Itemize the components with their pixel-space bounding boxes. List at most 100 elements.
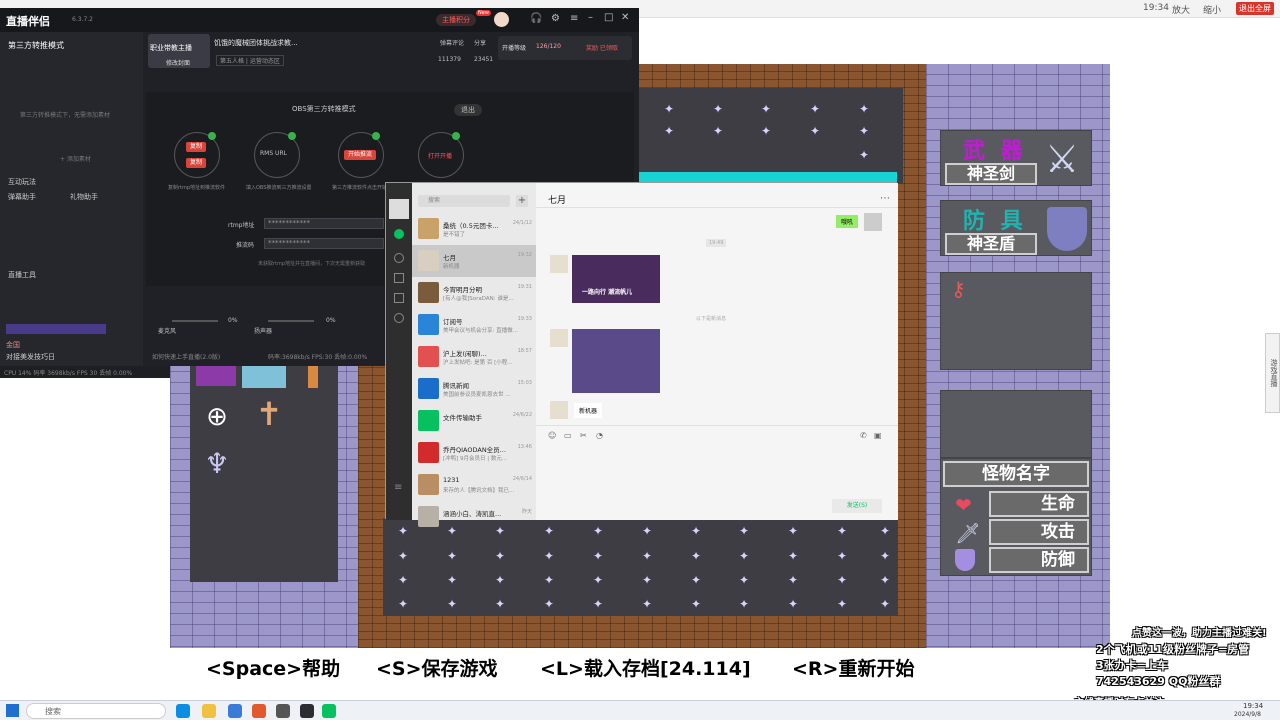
add-source-button[interactable]: + 添加素材 (60, 154, 91, 163)
message-input[interactable] (548, 445, 888, 495)
send-button[interactable]: 发送(S) (832, 499, 882, 513)
search-input[interactable]: 搜索 (418, 195, 510, 207)
chats-icon[interactable] (394, 229, 404, 239)
app-icon-3[interactable] (228, 704, 242, 718)
stream-title[interactable]: 饥饿的魔械团体挑战求教... (214, 38, 298, 48)
share-button[interactable]: 分享 (474, 38, 486, 47)
taskbar: 搜索 19:34 2024/9/8 (0, 700, 1280, 720)
guide-link[interactable]: 如何快速上手直播(2.0版) (152, 352, 220, 361)
chat-avatar (418, 442, 439, 463)
settings-icon[interactable]: ≡ (394, 483, 404, 493)
chat-avatar (418, 282, 439, 303)
explorer-icon[interactable] (202, 704, 216, 718)
chat-avatar (418, 506, 439, 527)
chat-time: 19:32 (517, 252, 532, 258)
speaker-slider[interactable] (268, 320, 314, 322)
self-avatar[interactable] (389, 199, 409, 219)
reward-status[interactable]: 奖励 已领取 (586, 43, 618, 52)
add-chat-button[interactable]: + (516, 195, 528, 207)
mode-select[interactable]: 第三方转推模式 (8, 40, 64, 51)
wechat-icon[interactable] (322, 704, 336, 718)
video-icon[interactable]: ▣ (874, 431, 882, 440)
rtmp-field[interactable]: ************ (264, 218, 384, 229)
call-icon[interactable]: ✆ (860, 431, 867, 440)
wechat-nav: ≡ (386, 183, 412, 520)
chat-name: 1231 (443, 476, 460, 484)
avatar[interactable] (494, 12, 509, 27)
side-item-danmu[interactable]: 弹幕助手 (8, 192, 36, 202)
side-item-tools[interactable]: 直播工具 (8, 270, 36, 280)
chat-avatar (418, 218, 439, 239)
copy-button-1[interactable]: 复制 (186, 142, 206, 152)
chat-preview: [有人@我]SoraDAN: 谁是... (443, 296, 514, 302)
stream-app-header: 直播伴侣 6.3.7.2 主播积分 New 🎧 ⚙ ≡ – □ ✕ (0, 8, 639, 32)
step2-desc: 填入OBS推流到三方推流设置 (246, 185, 312, 191)
chat-time: 15:03 (517, 380, 532, 386)
obs-icon[interactable] (276, 704, 290, 718)
chat-list-item[interactable]: 涵涵小白、涛凯直... 昨天 (412, 501, 536, 533)
menu-icon[interactable]: ≡ (570, 13, 578, 24)
chat-avatar (418, 314, 439, 335)
stream-app-icon[interactable] (300, 704, 314, 718)
taskbar-time: 19:34 (1243, 702, 1264, 710)
chat-list-item[interactable]: 腾讯新闻 美国前参议员麦凯恩去世 ... 15:03 (412, 373, 536, 405)
shield-icon (1047, 207, 1087, 251)
minimize-icon[interactable]: – (588, 12, 593, 23)
exit-fullscreen-button[interactable]: 退出全屏 (1236, 2, 1274, 15)
side-item-interact[interactable]: 互动玩法 (8, 177, 36, 187)
zoom-out-button[interactable]: 缩小 (1203, 3, 1221, 16)
app-icon-4[interactable] (252, 704, 266, 718)
close-icon[interactable]: ✕ (621, 12, 629, 23)
step4-label[interactable]: 打开开播 (428, 151, 452, 160)
contacts-icon[interactable] (394, 253, 404, 263)
chat-list-item[interactable]: 桑统（0.5元团卡... 是不错了 24/1/12 (412, 213, 536, 245)
chat-name: 乔丹QIAODAN全员... (443, 446, 506, 454)
chat-list-item[interactable]: 七月 新机器 19:32 (412, 245, 536, 277)
points-button[interactable]: 主播积分 (436, 14, 476, 26)
wechat-window[interactable]: ≡ 搜索 + 桑统（0.5元团卡... 是不错了 24/1/12 七月 新机器 19:32… (385, 182, 898, 527)
danmu-count[interactable]: 弹幕评论 (440, 38, 464, 47)
file-icon[interactable]: ▭ (564, 431, 572, 440)
cover-thumbnail[interactable]: 职业带教主播 修改封面 (148, 34, 210, 68)
chat-list-item[interactable]: 文件传输助手 24/6/22 (412, 405, 536, 437)
mic-slider[interactable] (172, 320, 218, 322)
room-tag[interactable]: 第五人格 | 运营动态区 (216, 55, 284, 66)
level-box[interactable]: 开播等级 126/120 奖励 已领取 (498, 36, 632, 60)
screenshot-icon[interactable]: ✂ (580, 431, 587, 440)
key-field[interactable]: ************ (264, 238, 384, 249)
folder-icon[interactable] (394, 293, 404, 303)
taskbar-search[interactable]: 搜索 (26, 703, 166, 719)
start-icon[interactable] (6, 704, 19, 717)
chat-list-item[interactable]: 今宵明月分明 [有人@我]SoraDAN: 谁是... 19:31 (412, 277, 536, 309)
chat-list-item[interactable]: 1231 来存的人【腾讯文档】我已... 24/6/14 (412, 469, 536, 501)
key-icon: ⚷ (951, 277, 966, 301)
copy-button-2[interactable]: 复制 (186, 158, 206, 168)
chat-history-icon[interactable]: ◔ (596, 431, 603, 440)
side-empty-text: 第三方转推模式下，无需添加素材 (20, 112, 111, 119)
exit-obs-button[interactable]: 退出 (454, 104, 482, 116)
headset-icon[interactable]: 🎧 (530, 13, 542, 24)
chat-list-item[interactable]: 乔丹QIAODAN全员... [冲鸭] 9月会员日 | 数元... 13:46 (412, 437, 536, 469)
image-message-1[interactable]: 一路向行 潮流帆儿 (572, 255, 660, 303)
more-icon[interactable]: ⋯ (880, 193, 890, 204)
start-push-button[interactable]: 开始推流 (344, 150, 376, 160)
armor-name: 神圣盾 (945, 233, 1037, 255)
chat-list-item[interactable]: 沪上发(闲聊)... 沪上发帖吧: 是第 百 [小程... 18:57 (412, 341, 536, 373)
moments-icon[interactable] (394, 313, 404, 323)
side-item-gift[interactable]: 礼物助手 (70, 192, 98, 202)
gear-icon[interactable]: ⚙ (551, 13, 560, 24)
armor-panel: 防 具 神圣盾 (940, 200, 1092, 256)
maximize-icon[interactable]: □ (604, 12, 613, 23)
sent-bubble: 哦吼 (836, 215, 859, 228)
chat-time: 24/6/14 (512, 476, 532, 482)
attack-icon: 🗡 (955, 521, 981, 545)
image-message-2[interactable] (572, 329, 660, 393)
emoji-icon[interactable]: ☺ (548, 431, 556, 440)
edge-icon[interactable] (176, 704, 190, 718)
zoom-in-button[interactable]: 放大 (1172, 3, 1190, 16)
cross-sprite (308, 364, 318, 388)
taskbar-date: 2024/9/8 (1234, 711, 1261, 718)
chat-list-item[interactable]: 订阅号 美甲会议与机会分享: 直播做... 19:33 (412, 309, 536, 341)
favorites-icon[interactable] (394, 273, 404, 283)
side-tab[interactable]: 游戏直播 (1265, 333, 1280, 413)
